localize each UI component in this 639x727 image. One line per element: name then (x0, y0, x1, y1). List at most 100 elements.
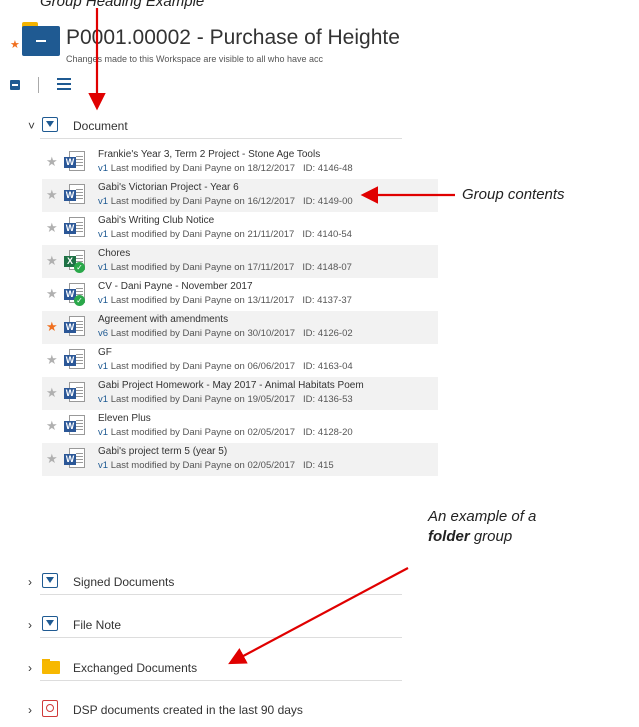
group-file-note[interactable]: › File Note (0, 613, 405, 641)
chevron-right-icon[interactable]: › (28, 618, 32, 632)
chevron-down-icon[interactable]: ˅ (28, 119, 35, 133)
document-modified: Last modified by Dani Payne on 30/10/201… (110, 328, 296, 339)
group-exchanged-documents[interactable]: › Exchanged Documents (0, 656, 405, 684)
file-type-badge: W (64, 223, 76, 234)
document-row[interactable]: ★ W ✓ CV - Dani Payne - November 2017 v1 Las… (42, 278, 438, 311)
group-dsp-documents[interactable]: › DSP documents created in the last 90 d… (0, 698, 405, 726)
word-file-icon: W ✓ (64, 283, 86, 306)
document-version[interactable]: v1 (98, 361, 108, 372)
favorite-star-icon[interactable]: ★ (46, 319, 58, 335)
document-modified: Last modified by Dani Payne on 18/12/201… (110, 163, 296, 174)
document-row[interactable]: ★ W Gabi's Writing Club Notice v1 Last modi… (42, 212, 438, 245)
favorite-star-icon[interactable]: ★ (46, 253, 58, 269)
document-row[interactable]: ★ W Agreement with amendments v6 Last modif… (42, 311, 438, 344)
group-label: Signed Documents (73, 575, 175, 589)
top-caption: Group Heading Example (40, 0, 205, 10)
file-type-badge: W (64, 157, 76, 168)
document-modified: Last modified by Dani Payne on 21/11/201… (110, 229, 295, 240)
document-name[interactable]: Chores (98, 248, 438, 259)
annotation-group-contents: Group contents (462, 186, 565, 203)
workspace-folder-icon (22, 22, 60, 56)
word-file-icon: W (64, 415, 86, 437)
document-name[interactable]: Agreement with amendments (98, 314, 438, 325)
chevron-right-icon[interactable]: › (28, 703, 32, 717)
file-type-badge: W (64, 190, 76, 201)
document-version[interactable]: v1 (98, 460, 108, 471)
document-row[interactable]: ★ X ✓ Chores v1 Last modified by Dani Payne … (42, 245, 438, 278)
document-meta: v1 Last modified by Dani Payne on 16/12/… (98, 196, 438, 207)
document-meta: v1 Last modified by Dani Payne on 02/05/… (98, 460, 438, 471)
file-type-badge: W (64, 454, 76, 465)
document-group-icon (42, 117, 58, 132)
workspace-title: P0001.00002 - Purchase of Heighte (66, 26, 400, 49)
annotation-folder-line1: An example of a (428, 508, 537, 525)
favorite-star-icon[interactable]: ★ (46, 187, 58, 203)
favorite-star-icon[interactable]: ★ (46, 385, 58, 401)
document-version[interactable]: v1 (98, 394, 108, 405)
document-name[interactable]: Gabi's project term 5 (year 5) (98, 446, 438, 457)
document-meta: v1 Last modified by Dani Payne on 19/05/… (98, 394, 438, 405)
document-meta: v6 Last modified by Dani Payne on 30/10/… (98, 328, 438, 339)
document-name[interactable]: CV - Dani Payne - November 2017 (98, 281, 438, 292)
document-name[interactable]: Frankie's Year 3, Term 2 Project - Stone… (98, 149, 438, 160)
document-name[interactable]: Gabi's Victorian Project - Year 6 (98, 182, 438, 193)
file-type-badge: W (64, 322, 76, 333)
document-meta: v1 Last modified by Dani Payne on 02/05/… (98, 427, 438, 438)
word-file-icon: W (64, 184, 86, 206)
favorite-star-icon[interactable]: ★ (46, 418, 58, 434)
document-id: ID: 4136-53 (303, 394, 353, 405)
group-divider (40, 594, 402, 595)
document-name[interactable]: Gabi's Writing Club Notice (98, 215, 438, 226)
document-modified: Last modified by Dani Payne on 19/05/201… (110, 394, 296, 405)
document-meta: v1 Last modified by Dani Payne on 13/11/… (98, 295, 438, 306)
document-version[interactable]: v1 (98, 262, 108, 273)
document-version[interactable]: v1 (98, 295, 108, 306)
favorite-star-icon[interactable]: ★ (46, 352, 58, 368)
favorite-star-icon[interactable]: ★ (46, 220, 58, 236)
workspace-subtitle: Changes made to this Workspace are visib… (66, 54, 323, 64)
document-meta: v1 Last modified by Dani Payne on 17/11/… (98, 262, 438, 273)
group-signed-documents[interactable]: › Signed Documents (0, 570, 405, 598)
group-divider (40, 637, 402, 638)
document-modified: Last modified by Dani Payne on 06/06/201… (110, 361, 296, 372)
document-row[interactable]: ★ W Gabi's Victorian Project - Year 6 v1 La… (42, 179, 438, 212)
collapse-all-icon[interactable] (10, 80, 20, 90)
document-id: ID: 4137-37 (302, 295, 352, 306)
favorite-star-icon[interactable]: ★ (46, 451, 58, 467)
checked-in-icon: ✓ (74, 295, 85, 306)
document-name[interactable]: Gabi Project Homework - May 2017 - Anima… (98, 380, 438, 391)
document-id: ID: 4149-00 (303, 196, 353, 207)
group-divider (40, 138, 402, 139)
document-version[interactable]: v1 (98, 196, 108, 207)
document-name[interactable]: GF (98, 347, 438, 358)
document-row[interactable]: ★ W Gabi's project term 5 (year 5) v1 Last … (42, 443, 438, 476)
document-row[interactable]: ★ W Gabi Project Homework - May 2017 - Ani… (42, 377, 438, 410)
document-version[interactable]: v1 (98, 427, 108, 438)
document-version[interactable]: v1 (98, 163, 108, 174)
list-view-icon[interactable] (57, 78, 71, 90)
document-id: ID: 415 (303, 460, 334, 471)
group-label: Document (73, 119, 128, 133)
favorite-star-icon[interactable]: ★ (46, 286, 58, 302)
favorite-star-icon[interactable]: ★ (10, 38, 20, 51)
document-row[interactable]: ★ W GF v1 Last modified by Dani Payne on 06… (42, 344, 438, 377)
favorite-star-icon[interactable]: ★ (46, 154, 58, 170)
chevron-right-icon[interactable]: › (28, 575, 32, 589)
document-row[interactable]: ★ W Eleven Plus v1 Last modified by Dani Pa… (42, 410, 438, 443)
document-group-icon (42, 573, 58, 588)
document-version[interactable]: v1 (98, 229, 108, 240)
excel-file-icon: X ✓ (64, 250, 86, 273)
group-document[interactable]: ˅ Document (0, 114, 405, 142)
document-row[interactable]: ★ W Frankie's Year 3, Term 2 Project - Sto… (42, 146, 438, 179)
group-label: File Note (73, 618, 122, 632)
chevron-right-icon[interactable]: › (28, 661, 32, 675)
document-id: ID: 4163-04 (303, 361, 353, 372)
search-folder-icon (42, 700, 58, 717)
annotation-folder-line2: folder group (428, 528, 512, 545)
document-id: ID: 4140-54 (302, 229, 352, 240)
word-file-icon: W (64, 349, 86, 371)
document-version[interactable]: v6 (98, 328, 108, 339)
annotation-folder-bold: folder (428, 528, 470, 545)
annotation-folder-rest: group (469, 528, 513, 545)
document-name[interactable]: Eleven Plus (98, 413, 438, 424)
